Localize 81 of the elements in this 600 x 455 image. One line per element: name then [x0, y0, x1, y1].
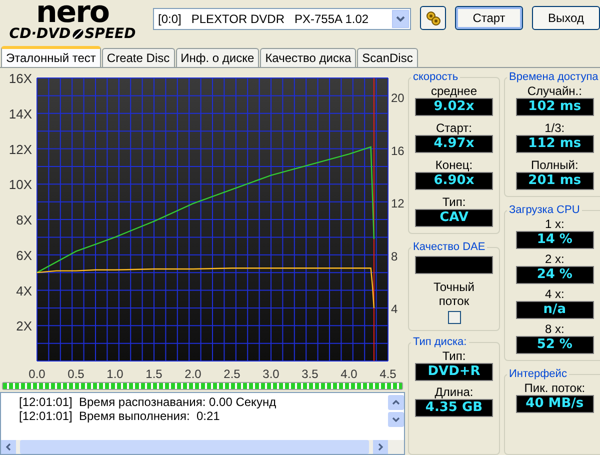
toolbar-button[interactable]: Старт [455, 6, 523, 30]
tab[interactable]: Инф. о диске [176, 48, 260, 67]
gears-icon [425, 10, 441, 26]
axis-label: 16X [8, 71, 32, 86]
readout-label: 1 x: [544, 217, 564, 231]
tab[interactable]: Create Disc [102, 48, 175, 67]
logo: nero CD·DVD SPEED [8, 0, 137, 42]
drive-info-button[interactable] [420, 6, 446, 30]
checkbox[interactable] [448, 311, 460, 324]
axis-label: 4.0 [340, 367, 358, 380]
axis-label: 14X [8, 106, 32, 122]
group-title: Загрузка CPU [508, 203, 581, 217]
readout-label: Тип: [442, 195, 466, 209]
log-time: [12:01:01] [19, 395, 74, 409]
readout-display: 4.97x [415, 135, 493, 153]
readout-display: 14 % [516, 231, 594, 249]
readout-label: 2 x: [544, 252, 564, 266]
chevron-left-icon [6, 443, 11, 451]
chevron-up-icon [392, 400, 400, 405]
group-title: Качество DAE [412, 240, 486, 254]
axis-label: 4X [16, 283, 32, 298]
drive-dropdown[interactable]: [0:0] PLEXTOR DVDR PX-755A 1.02 [153, 8, 411, 30]
readout-label: Полный: [530, 158, 578, 172]
readout-display: 112 ms [516, 135, 594, 153]
readout-display: DVD+R [415, 363, 493, 381]
readout-display: CAV [415, 209, 493, 227]
tab[interactable]: Эталонный тест [1, 46, 101, 67]
group-title: Времена доступа [508, 70, 600, 84]
axis-label: 12X [8, 142, 32, 157]
readout-display: 102 ms [516, 98, 594, 116]
readout-label: Старт: [436, 121, 472, 135]
axis-label: 1.5 [146, 367, 162, 380]
axis-label: 4 [391, 302, 398, 316]
axis-label: 6X [16, 248, 32, 263]
axis-label: 12 [391, 196, 404, 211]
readout-label: 8 x: [544, 322, 564, 336]
checkbox-label: Точный поток [432, 280, 476, 308]
axis-label: 1.0 [106, 367, 124, 380]
readout-display: 9.02x [415, 98, 493, 116]
axis-label: 10X [8, 177, 32, 192]
tab[interactable]: ScanDisc [357, 48, 418, 67]
readout-label: Пик. поток: [524, 381, 586, 395]
readout-display: n/a [516, 301, 594, 319]
readout-display: 4.35 GB [415, 399, 493, 417]
readout-label: 1/3: [544, 121, 565, 135]
readout-display: 40 MB/s [516, 395, 594, 413]
axis-label: 4.5 [380, 367, 396, 380]
axis-label: 3.5 [302, 367, 318, 380]
axis-label: 2.0 [184, 367, 202, 380]
chevron-down-icon [396, 16, 405, 22]
log-message: Время распознавания: 0.00 Секунд [79, 395, 276, 409]
group-title: Тип диска: [412, 335, 468, 349]
group-title: Интерфейс [508, 367, 568, 381]
readout-display: 6.90x [415, 172, 493, 190]
readout-label: среднее [430, 84, 478, 98]
axis-label: 3.0 [262, 367, 280, 380]
readout-label: 4 x: [544, 287, 564, 301]
readout-label: Длина: [434, 385, 474, 399]
readout-label: Тип: [442, 349, 466, 363]
toolbar-button[interactable]: Выход [532, 6, 600, 30]
horizontal-scrollbar[interactable] [1, 440, 404, 454]
axis-label: 8X [16, 212, 32, 228]
group-title: скорость [412, 70, 460, 84]
readout-display: 201 ms [516, 172, 594, 190]
readout-label: Конец: [435, 158, 473, 172]
readout-label: Случайн.: [527, 84, 582, 98]
chevron-right-icon [378, 443, 383, 451]
disc-icon [70, 28, 85, 40]
axis-label: 20 [391, 91, 404, 105]
axis-label: 8 [391, 249, 398, 264]
axis-label: 16 [391, 144, 404, 158]
tab[interactable]: Качество диска [260, 48, 356, 67]
axis-label: 2X [16, 318, 32, 334]
axis-label: 0.5 [68, 367, 84, 380]
axis-label: 0.0 [28, 367, 46, 380]
chevron-down-icon [392, 417, 400, 422]
readout-display: 52 % [516, 336, 594, 354]
axis-label: 2.5 [224, 367, 240, 380]
log-time: [12:01:01] [19, 409, 74, 423]
log-message: Время выполнения: 0:21 [79, 409, 220, 423]
readout-display: 24 % [516, 266, 594, 284]
